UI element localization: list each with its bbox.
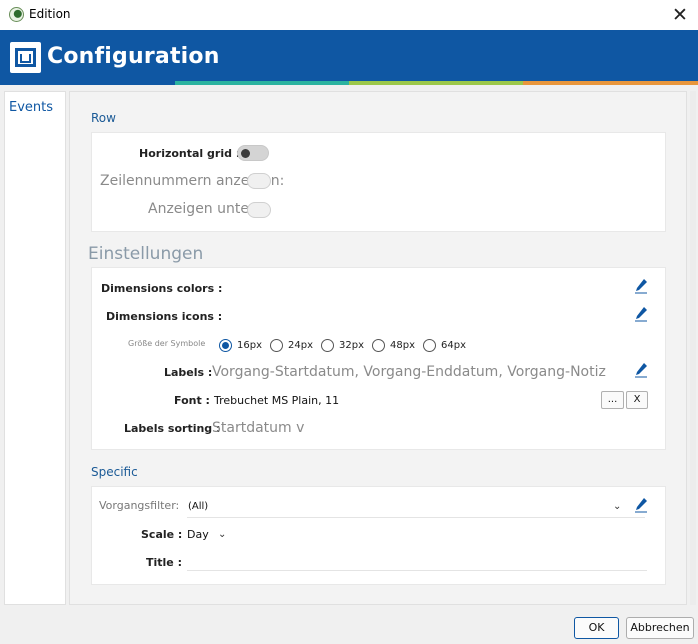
dimensions-colors-label: Dimensions colors : xyxy=(101,282,223,295)
section-title-specific: Specific xyxy=(91,465,138,479)
accent-stripe-teal xyxy=(175,81,349,85)
icon-size-option-16: 16px xyxy=(237,340,262,351)
sidebar: Events xyxy=(4,91,66,605)
chevron-down-icon[interactable]: ⌄ xyxy=(613,501,621,512)
horizontal-grid-label: Horizontal grid : xyxy=(139,147,241,160)
icon-size-radio-24[interactable] xyxy=(270,339,283,352)
cancel-button[interactable]: Abbrechen xyxy=(626,617,694,639)
icon-size-option-24: 24px xyxy=(288,340,313,351)
labels-label: Labels : xyxy=(164,366,213,379)
dimensions-icons-label: Dimensions icons : xyxy=(106,310,223,323)
icon-size-option-64: 64px xyxy=(441,340,466,351)
section-title-einstellungen: Einstellungen xyxy=(88,244,204,264)
sidebar-item-events[interactable]: Events xyxy=(9,100,53,115)
chevron-down-icon[interactable]: ⌄ xyxy=(218,529,226,540)
close-icon[interactable]: ✕ xyxy=(665,2,695,28)
icon-size-radio-32[interactable] xyxy=(321,339,334,352)
font-browse-button[interactable]: ... xyxy=(601,391,624,409)
icon-size-radio-64[interactable] xyxy=(423,339,436,352)
font-label: Font : xyxy=(174,394,210,407)
page-title: Configuration xyxy=(47,44,220,69)
pencil-icon[interactable] xyxy=(634,306,648,322)
icon-size-radio-16[interactable] xyxy=(219,339,232,352)
labels-sorting-label: Labels sorting : xyxy=(124,422,221,435)
window-title: Edition xyxy=(29,7,71,21)
ok-button[interactable]: OK xyxy=(574,617,619,639)
main-panel: Row Horizontal grid : Zeilennummern anze… xyxy=(69,91,687,605)
accent-stripe-orange xyxy=(523,81,698,85)
section-title-row: Row xyxy=(91,111,116,125)
accent-stripe-green xyxy=(349,81,523,85)
anzeigen-unter-toggle[interactable] xyxy=(247,202,271,218)
horizontal-grid-toggle[interactable] xyxy=(237,145,269,161)
labels-sorting-value[interactable]: Startdatum v xyxy=(212,420,304,436)
font-clear-button[interactable]: X xyxy=(626,391,648,409)
pencil-icon[interactable] xyxy=(634,497,648,513)
vorgangsfilter-label: Vorgangsfilter: xyxy=(99,499,180,512)
scrollbar[interactable] xyxy=(690,91,696,605)
font-value[interactable]: Trebuchet MS Plain, 11 xyxy=(214,394,339,407)
anzeigen-unter-label: Anzeigen unter xyxy=(148,201,255,217)
app-icon xyxy=(9,7,24,22)
zeilennummern-toggle[interactable] xyxy=(247,173,271,189)
pencil-icon[interactable] xyxy=(634,362,648,378)
row-card: Horizontal grid : Zeilennummern anzeigen… xyxy=(91,132,666,232)
icon-size-radio-48[interactable] xyxy=(372,339,385,352)
window-titlebar: Edition ✕ xyxy=(0,0,698,30)
header-banner: Configuration xyxy=(0,30,698,85)
icon-size-label: Größe der Symbole xyxy=(128,339,206,348)
icon-size-option-48: 48px xyxy=(390,340,415,351)
title-field-label: Title : xyxy=(146,556,182,569)
einstellungen-card: Dimensions colors : Dimensions icons : G… xyxy=(91,267,666,450)
vorgangsfilter-value[interactable]: (All) xyxy=(188,501,208,512)
labels-value[interactable]: Vorgang-Startdatum, Vorgang-Enddatum, Vo… xyxy=(212,364,606,380)
specific-card: Vorgangsfilter: (All) ⌄ Scale : Day ⌄ Ti… xyxy=(91,486,666,585)
scale-label: Scale : xyxy=(141,528,183,541)
icon-size-option-32: 32px xyxy=(339,340,364,351)
scale-value[interactable]: Day xyxy=(187,528,209,541)
pencil-icon[interactable] xyxy=(634,278,648,294)
configuration-logo-icon xyxy=(10,42,41,73)
